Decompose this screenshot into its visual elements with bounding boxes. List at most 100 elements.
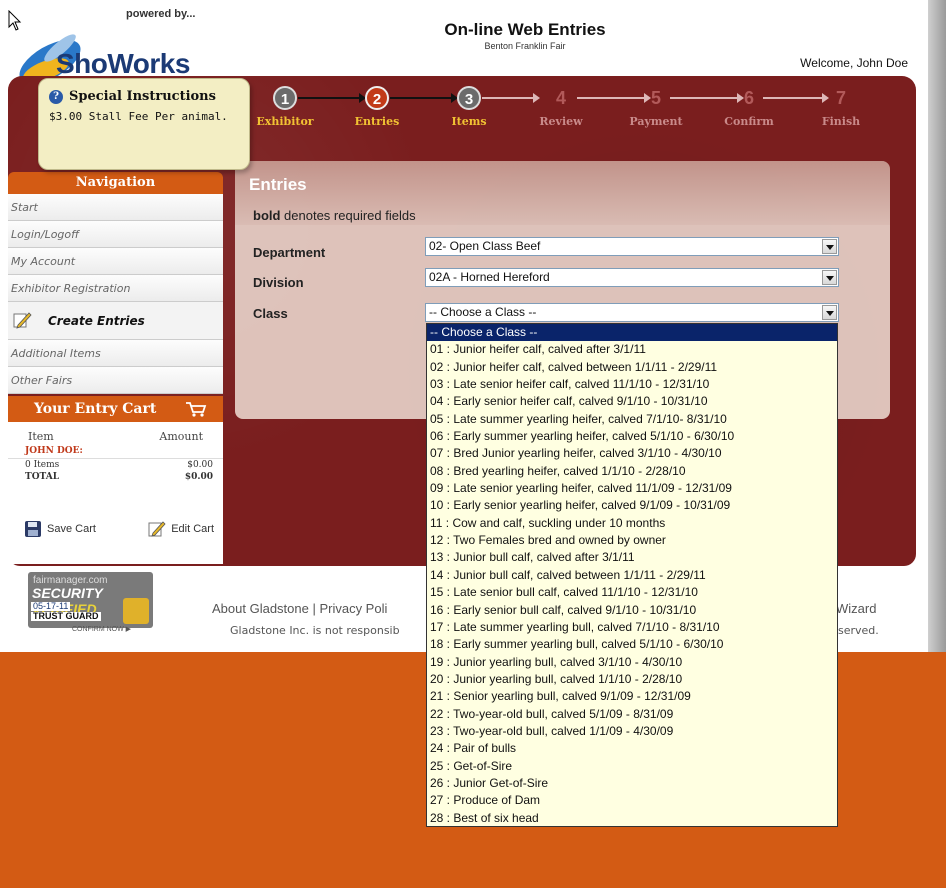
class-option[interactable]: 04 : Early senior heifer calf, calved 9/… [427,393,837,410]
chevron-down-icon[interactable] [822,305,837,320]
division-label: Division [253,275,304,290]
footer-disclaimer: Gladstone Inc. is not responsib [230,624,400,637]
class-option[interactable]: 05 : Late summer yearling heifer, calved… [427,411,837,428]
step-label: Finish [821,115,861,128]
cart-heading: Your Entry Cart [8,396,223,422]
cart-owner: JOHN DOE: [25,446,83,456]
class-option[interactable]: 10 : Early senior yearling heifer, calve… [427,497,837,514]
department-select[interactable]: 02- Open Class Beef [425,237,839,256]
welcome-text: Welcome, John Doe [800,56,908,70]
chevron-down-icon[interactable] [822,239,837,254]
tooltip-title: Special Instructions [69,89,216,104]
class-option[interactable]: 07 : Bred Junior yearling heifer, calved… [427,445,837,462]
tooltip-body: $3.00 Stall Fee Per animal. [49,110,228,123]
step-exhibitor[interactable]: 1 Exhibitor [250,86,320,128]
class-option[interactable]: 11 : Cow and calf, suckling under 10 mon… [427,515,837,532]
cart-title: Your Entry Cart [34,401,157,417]
step-label: Entries [354,115,400,128]
fair-name: Benton Franklin Fair [484,41,566,51]
page-header: On-line Web Entries Benton Franklin Fair [380,20,670,51]
class-option[interactable]: 14 : Junior bull calf, calved between 1/… [427,567,837,584]
class-option[interactable]: 19 : Junior yearling bull, calved 3/1/10… [427,654,837,671]
class-option[interactable]: 01 : Junior heifer calf, calved after 3/… [427,341,837,358]
nav-item-additional-items[interactable]: Additional Items [8,340,223,367]
cart-items-amount: $0.00 [187,460,213,470]
nav-item-login-logoff[interactable]: Login/Logoff [8,221,223,248]
cart-total-label: TOTAL [25,472,60,482]
cart-col-item: Item [28,430,54,443]
class-option[interactable]: 12 : Two Females bred and owned by owner [427,532,837,549]
seal-confirm-link[interactable]: CONFIRM NOW ▶ [72,625,131,633]
help-icon: ? [49,89,63,104]
pencil-paper-icon [13,312,32,329]
class-option[interactable]: 16 : Early senior bull calf, calved 9/1/… [427,602,837,619]
required-note-text: denotes required fields [280,208,416,223]
class-option[interactable]: 17 : Late summer yearling bull, calved 7… [427,619,837,636]
class-option[interactable]: 25 : Get-of-Sire [427,758,837,775]
step-finish: 7 Finish [806,86,876,128]
class-option[interactable]: 27 : Produce of Dam [427,792,837,809]
seal-security-word: SECURITY [32,585,103,601]
class-option[interactable]: 18 : Early summer yearling bull, calved … [427,636,837,653]
class-option[interactable]: 06 : Early summer yearling heifer, calve… [427,428,837,445]
shopping-cart-icon [186,402,207,417]
class-option[interactable]: 28 : Best of six head [427,810,837,826]
chevron-down-icon[interactable] [822,270,837,285]
floppy-disk-icon [25,521,41,537]
class-option[interactable]: 22 : Two-year-old bull, calved 5/1/09 - … [427,706,837,723]
class-option[interactable]: 13 : Junior bull calf, calved after 3/1/… [427,549,837,566]
class-select[interactable]: -- Choose a Class -- [425,303,839,322]
class-option[interactable]: 21 : Senior yearling bull, calved 9/1/09… [427,688,837,705]
save-cart-label: Save Cart [47,523,96,535]
class-option[interactable]: 15 : Late senior bull calf, calved 11/1/… [427,584,837,601]
footer-links[interactable]: About Gladstone | Privacy Poli [212,601,387,616]
step-number: 1 [273,86,297,110]
edit-cart-button[interactable]: Edit Cart [148,520,214,538]
class-option[interactable]: 09 : Late senior yearling heifer, calved… [427,480,837,497]
class-options-list[interactable]: -- Choose a Class -- 01 : Junior heifer c… [426,323,838,827]
cart-columns: Item Amount [8,422,223,443]
division-select[interactable]: 02A - Horned Hereford [425,268,839,287]
nav-item-other-fairs[interactable]: Other Fairs [8,367,223,394]
trust-guard-seal[interactable]: fairmanager.com SECURITY VERIFIED 05-17-… [28,572,153,628]
page-edge-shadow [928,0,946,652]
class-option[interactable]: 20 : Junior yearling bull, calved 1/1/10… [427,671,837,688]
cart-col-amount: Amount [159,430,203,443]
step-confirm: 6 Confirm [714,86,784,128]
nav-item-my-account[interactable]: My Account [8,248,223,275]
cart-total-amount: $0.00 [184,472,213,482]
class-option[interactable]: 08 : Bred yearling heifer, calved 1/1/10… [427,463,837,480]
step-label: Review [539,115,583,128]
nav-item-label: Create Entries [48,314,145,328]
footer-rights: served. [838,624,879,637]
nav-item-start[interactable]: Start [8,194,223,221]
class-option[interactable]: 26 : Junior Get-of-Sire [427,775,837,792]
save-cart-button[interactable]: Save Cart [24,520,96,538]
navigation-heading: Navigation [8,172,223,194]
edit-pencil-icon [148,521,166,537]
class-option[interactable]: 23 : Two-year-old bull, calved 1/1/09 - … [427,723,837,740]
step-entries[interactable]: 2 Entries [342,86,412,128]
footer-wizard-link[interactable]: Wizard [836,601,876,616]
step-payment: 5 Payment [621,86,691,128]
class-option[interactable]: -- Choose a Class -- [427,324,837,342]
class-option[interactable]: 24 : Pair of bulls [427,740,837,757]
department-value: 02- Open Class Beef [429,239,541,253]
nav-item-create-entries[interactable]: Create Entries [8,302,223,340]
powered-by-text: powered by... [126,8,196,20]
special-instructions-tooltip: ? Special Instructions $3.00 Stall Fee P… [38,78,250,170]
step-number: 4 [555,88,566,108]
tooltip-header: ? Special Instructions [49,89,239,104]
department-label: Department [253,245,326,260]
step-review: 4 Review [526,86,596,128]
nav-item-exhibitor-registration[interactable]: Exhibitor Registration [8,275,223,302]
entry-cart: Your Entry Cart Item Amount JOHN DOE: 0 … [8,396,223,564]
class-label: Class [253,306,288,321]
class-option[interactable]: 02 : Junior heifer calf, calved between … [427,359,837,376]
step-label: Exhibitor [256,115,314,128]
seal-date: 05-17-11 [31,601,71,611]
class-option[interactable]: 03 : Late senior heifer calf, calved 11/… [427,376,837,393]
step-items[interactable]: 3 Items [434,86,504,128]
division-value: 02A - Horned Hereford [429,270,550,284]
step-label: Payment [629,115,683,128]
